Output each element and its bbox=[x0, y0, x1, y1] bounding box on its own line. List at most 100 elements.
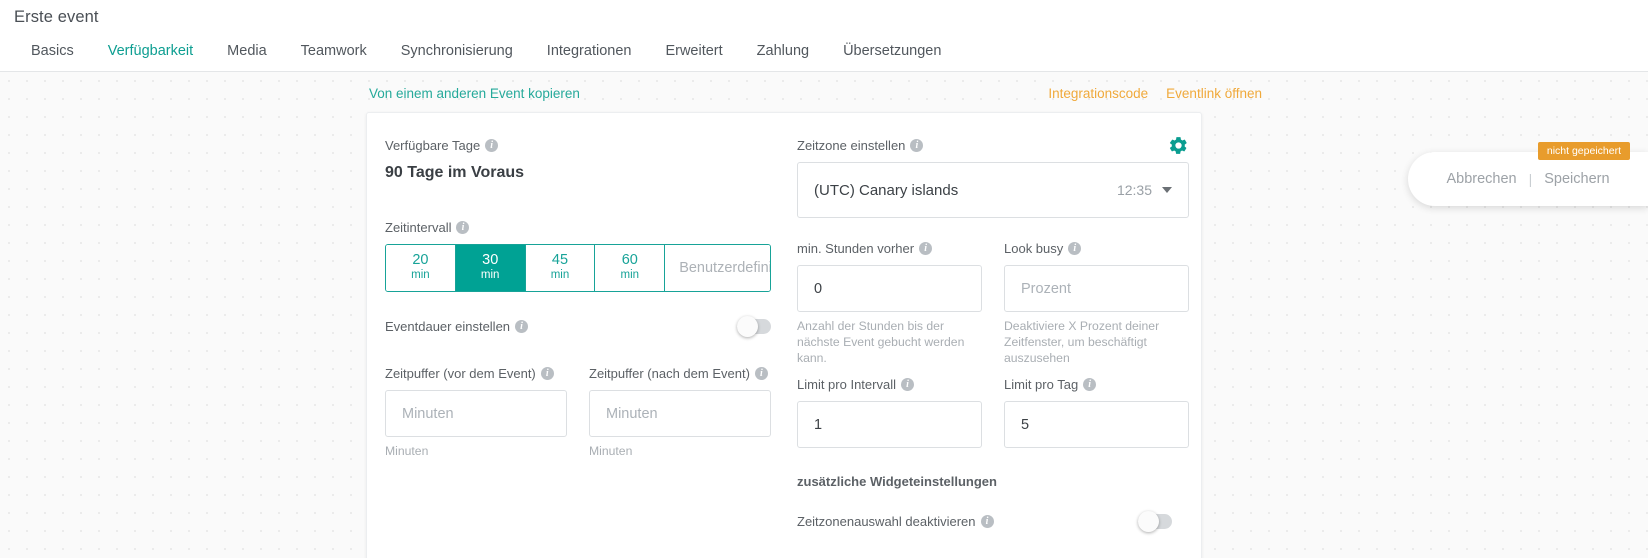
right-link-group: Integrationscode Eventlink öffnen bbox=[1048, 86, 1262, 101]
interval-option-30-value: 30 bbox=[482, 252, 499, 268]
interval-option-20[interactable]: 20 min bbox=[386, 245, 456, 291]
open-event-link[interactable]: Eventlink öffnen bbox=[1166, 86, 1262, 101]
tab-integrationen[interactable]: Integrationen bbox=[530, 36, 649, 75]
hours-lookbusy-row: min. Stunden vorher i 0 Anzahl der Stund… bbox=[797, 240, 1189, 366]
tab-basics[interactable]: Basics bbox=[14, 36, 91, 75]
buffer-before-label: Zeitpuffer (vor dem Event) i bbox=[385, 365, 567, 382]
disable-timezone-label-text: Zeitzonenauswahl deaktivieren bbox=[797, 514, 976, 529]
cancel-button[interactable]: Abbrechen bbox=[1446, 171, 1516, 187]
tab-synchronisierung[interactable]: Synchronisierung bbox=[384, 36, 530, 75]
interval-option-20-value: 20 bbox=[412, 252, 429, 268]
info-icon[interactable]: i bbox=[900, 378, 914, 391]
buffer-after-label-text: Zeitpuffer (nach dem Event) bbox=[589, 366, 750, 381]
info-icon[interactable]: i bbox=[1083, 378, 1097, 391]
limit-per-interval-label-text: Limit pro Intervall bbox=[797, 377, 896, 392]
buffer-fields-row: Zeitpuffer (vor dem Event) i Minuten Min… bbox=[385, 365, 771, 459]
limits-row: Limit pro Intervall i 1 Limit pro Tag i … bbox=[797, 376, 1189, 448]
info-icon[interactable]: i bbox=[1068, 242, 1082, 255]
tab-erweitert[interactable]: Erweitert bbox=[648, 36, 739, 75]
timezone-value: (UTC) Canary islands bbox=[814, 181, 959, 199]
card-left-column: Verfügbare Tage i 90 Tage im Voraus Zeit… bbox=[385, 113, 785, 459]
timezone-select[interactable]: (UTC) Canary islands 12:35 bbox=[797, 162, 1189, 218]
interval-option-45-unit: min bbox=[550, 269, 570, 281]
info-icon[interactable]: i bbox=[485, 139, 499, 152]
event-duration-label: Eventdauer einstellen i bbox=[385, 318, 529, 335]
info-icon[interactable]: i bbox=[980, 515, 994, 528]
look-busy-input[interactable]: Prozent bbox=[1004, 265, 1189, 312]
available-days-label: Verfügbare Tage i bbox=[385, 137, 785, 154]
tab-bar: Basics Verfügbarkeit Media Teamwork Sync… bbox=[0, 36, 958, 75]
limit-per-day-label-text: Limit pro Tag bbox=[1004, 377, 1079, 392]
page-body: Von einem anderen Event kopieren Integra… bbox=[0, 72, 1648, 558]
interval-option-60-value: 60 bbox=[621, 252, 638, 268]
widget-settings-heading: zusätzliche Widgeteinstellungen bbox=[797, 474, 997, 489]
interval-custom-input[interactable]: Benutzerdefiniert bbox=[665, 245, 770, 291]
info-icon[interactable]: i bbox=[754, 367, 768, 380]
limit-per-interval-field: Limit pro Intervall i 1 bbox=[797, 376, 982, 448]
tab-zahlung[interactable]: Zahlung bbox=[740, 36, 826, 75]
top-header: Erste event Basics Verfügbarkeit Media T… bbox=[0, 0, 1648, 75]
limit-per-interval-input[interactable]: 1 bbox=[797, 401, 982, 448]
save-panel: nicht gepeichert Abbrechen | Speichern bbox=[1408, 142, 1648, 206]
tab-uebersetzungen[interactable]: Übersetzungen bbox=[826, 36, 958, 75]
buffer-before-label-text: Zeitpuffer (vor dem Event) bbox=[385, 366, 536, 381]
event-duration-toggle[interactable] bbox=[737, 316, 771, 337]
save-panel-separator: | bbox=[1528, 171, 1533, 187]
look-busy-field: Look busy i Prozent Deaktiviere X Prozen… bbox=[1004, 240, 1189, 366]
tab-media[interactable]: Media bbox=[210, 36, 284, 75]
status-badge: nicht gepeichert bbox=[1537, 142, 1630, 160]
interval-option-60[interactable]: 60 min bbox=[595, 245, 666, 291]
app-root: Erste event Basics Verfügbarkeit Media T… bbox=[0, 0, 1648, 558]
integration-code-link[interactable]: Integrationscode bbox=[1048, 86, 1148, 101]
interval-option-60-unit: min bbox=[620, 269, 640, 281]
chevron-down-icon[interactable] bbox=[1162, 187, 1172, 193]
time-interval-segmented-control: 20 min 30 min 45 min 60 min Benutzerdefi… bbox=[385, 244, 771, 292]
available-days-section: Verfügbare Tage i 90 Tage im Voraus bbox=[385, 137, 785, 182]
info-icon[interactable]: i bbox=[919, 242, 933, 255]
buffer-after-helper: Minuten bbox=[589, 444, 633, 458]
disable-timezone-toggle[interactable] bbox=[1138, 511, 1172, 532]
availability-card: Verfügbare Tage i 90 Tage im Voraus Zeit… bbox=[366, 112, 1202, 558]
info-icon[interactable]: i bbox=[540, 367, 554, 380]
timezone-label-text: Zeitzone einstellen bbox=[797, 138, 906, 153]
tab-teamwork[interactable]: Teamwork bbox=[284, 36, 384, 75]
buffer-before-input[interactable]: Minuten bbox=[385, 390, 567, 437]
copy-from-event-link[interactable]: Von einem anderen Event kopieren bbox=[369, 86, 580, 101]
interval-option-45[interactable]: 45 min bbox=[525, 245, 596, 291]
min-hours-label: min. Stunden vorher i bbox=[797, 240, 982, 257]
timezone-label: Zeitzone einstellen i bbox=[797, 137, 1189, 154]
time-interval-section: Zeitintervall i 20 min 30 min 45 min 60 … bbox=[385, 219, 785, 292]
interval-option-45-value: 45 bbox=[551, 252, 569, 268]
time-interval-label: Zeitintervall i bbox=[385, 219, 785, 236]
buffer-before-helper: Minuten bbox=[385, 444, 429, 458]
available-days-label-text: Verfügbare Tage bbox=[385, 138, 481, 153]
interval-option-20-unit: min bbox=[411, 269, 430, 281]
available-days-value: 90 Tage im Voraus bbox=[385, 164, 525, 181]
look-busy-label-text: Look busy bbox=[1004, 241, 1064, 256]
timezone-current-time: 12:35 bbox=[1116, 182, 1152, 198]
time-interval-label-text: Zeitintervall bbox=[385, 220, 452, 235]
buffer-after-field: Zeitpuffer (nach dem Event) i Minuten Mi… bbox=[589, 365, 771, 459]
buffer-after-label: Zeitpuffer (nach dem Event) i bbox=[589, 365, 771, 382]
save-button[interactable]: Speichern bbox=[1544, 171, 1609, 187]
limit-per-day-label: Limit pro Tag i bbox=[1004, 376, 1189, 393]
info-icon[interactable]: i bbox=[456, 221, 470, 234]
disable-timezone-label: Zeitzonenauswahl deaktivieren i bbox=[797, 513, 994, 530]
look-busy-label: Look busy i bbox=[1004, 240, 1189, 257]
info-icon[interactable]: i bbox=[910, 139, 924, 152]
buffer-after-input[interactable]: Minuten bbox=[589, 390, 771, 437]
limit-per-day-field: Limit pro Tag i 5 bbox=[1004, 376, 1189, 448]
interval-option-30-unit: min bbox=[480, 269, 500, 281]
min-hours-label-text: min. Stunden vorher bbox=[797, 241, 915, 256]
min-hours-input[interactable]: 0 bbox=[797, 265, 982, 312]
disable-timezone-row: Zeitzonenauswahl deaktivieren i bbox=[797, 511, 1172, 532]
info-icon[interactable]: i bbox=[515, 320, 529, 333]
tab-verfuegbarkeit[interactable]: Verfügbarkeit bbox=[90, 36, 211, 75]
card-right-column: Zeitzone einstellen i (UTC) Canary islan… bbox=[797, 113, 1189, 532]
limit-per-day-input[interactable]: 5 bbox=[1004, 401, 1189, 448]
page-title: Erste event bbox=[14, 8, 99, 26]
event-duration-label-text: Eventdauer einstellen bbox=[385, 319, 511, 334]
interval-option-30[interactable]: 30 min bbox=[455, 245, 526, 291]
min-hours-field: min. Stunden vorher i 0 Anzahl der Stund… bbox=[797, 240, 982, 366]
min-hours-helper: Anzahl der Stunden bis der nächste Event… bbox=[797, 319, 965, 365]
